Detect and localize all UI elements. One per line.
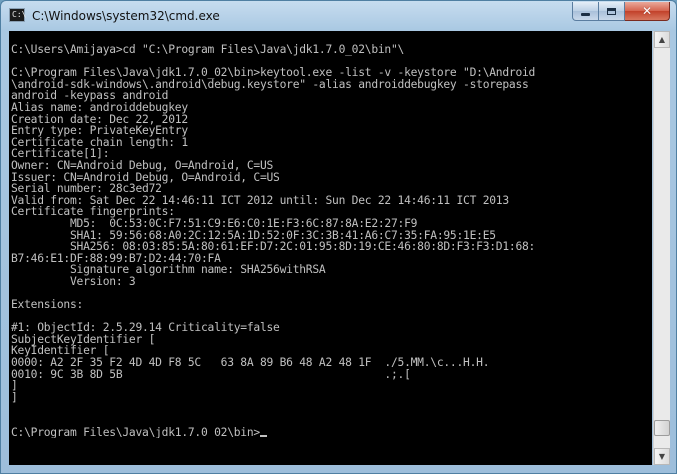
console-output-area[interactable]: C:\Users\Amijaya>cd "C:\Program Files\Ja…: [9, 31, 652, 465]
cmd-window: C:\ C:\Windows\system32\cmd.exe ✕ C:\Use…: [0, 0, 677, 474]
window-title: C:\Windows\system32\cmd.exe: [32, 9, 220, 23]
vertical-scrollbar[interactable]: ▲ ▼: [653, 31, 670, 465]
scroll-up-arrow-icon: ▲: [658, 35, 666, 44]
text-cursor: [259, 434, 267, 437]
maximize-button[interactable]: [599, 2, 625, 21]
maximize-icon: [607, 7, 616, 15]
scroll-down-arrow-icon: ▼: [658, 452, 666, 461]
cmd-terminal-icon[interactable]: C:\: [9, 8, 27, 22]
app-icon-text: C:\: [12, 10, 27, 19]
title-bar[interactable]: C:\ C:\Windows\system32\cmd.exe ✕: [1, 1, 676, 31]
minimize-button[interactable]: [572, 2, 599, 21]
close-icon: ✕: [641, 4, 653, 18]
close-button[interactable]: ✕: [625, 2, 670, 21]
window-controls: ✕: [572, 2, 670, 21]
scrollbar-thumb[interactable]: [654, 420, 670, 436]
console-text-content: C:\Users\Amijaya>cd "C:\Program Files\Ja…: [11, 44, 536, 439]
console-text: C:\Users\Amijaya>cd "C:\Program Files\Ja…: [11, 44, 652, 438]
minimize-icon: [581, 13, 590, 16]
scroll-up-button[interactable]: ▲: [654, 31, 670, 48]
scroll-down-button[interactable]: ▼: [654, 448, 670, 465]
